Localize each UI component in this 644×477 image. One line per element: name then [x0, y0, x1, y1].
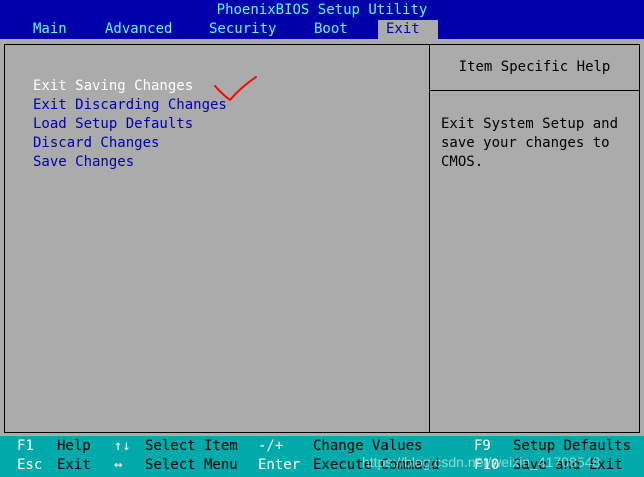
app-title: PhoenixBIOS Setup Utility [0, 0, 644, 20]
key-updown-desc: Select Item [145, 438, 238, 454]
tab-boot[interactable]: Boot [310, 20, 352, 39]
tab-advanced[interactable]: Advanced [101, 20, 176, 39]
checkmark-icon [214, 76, 257, 101]
menu-item-exit-discarding-changes[interactable]: Exit Discarding Changes [33, 96, 227, 115]
tab-main[interactable]: Main [29, 20, 71, 39]
key-updown: ↑↓ [114, 438, 131, 454]
key-esc-desc: Exit [57, 457, 91, 473]
key-esc: Esc [17, 457, 43, 473]
key-f1: F1 [17, 438, 34, 454]
help-panel-text: Exit System Setup and save your changes … [441, 116, 619, 170]
key-f1-desc: Help [57, 438, 91, 454]
help-panel-title: Item Specific Help [458, 59, 611, 75]
panel-divider [429, 44, 430, 432]
menu-item-exit-saving-changes[interactable]: Exit Saving Changes [33, 77, 193, 96]
key-leftright: ↔ [114, 457, 123, 473]
menu-item-save-changes[interactable]: Save Changes [33, 153, 134, 172]
watermark: https://blog.csdn.net/weixin_41708548 [362, 454, 601, 470]
menu-item-load-setup-defaults[interactable]: Load Setup Defaults [33, 115, 193, 134]
key-enter: Enter [258, 457, 301, 473]
tab-exit[interactable]: Exit [378, 20, 438, 39]
menu-bar: Main Advanced Security Boot Exit [0, 20, 644, 39]
tab-security[interactable]: Security [205, 20, 280, 39]
menu-item-discard-changes[interactable]: Discard Changes [33, 134, 159, 153]
key-minus-plus: -/+ [258, 438, 284, 454]
help-title-divider [430, 90, 639, 91]
key-leftright-desc: Select Menu [145, 457, 238, 473]
